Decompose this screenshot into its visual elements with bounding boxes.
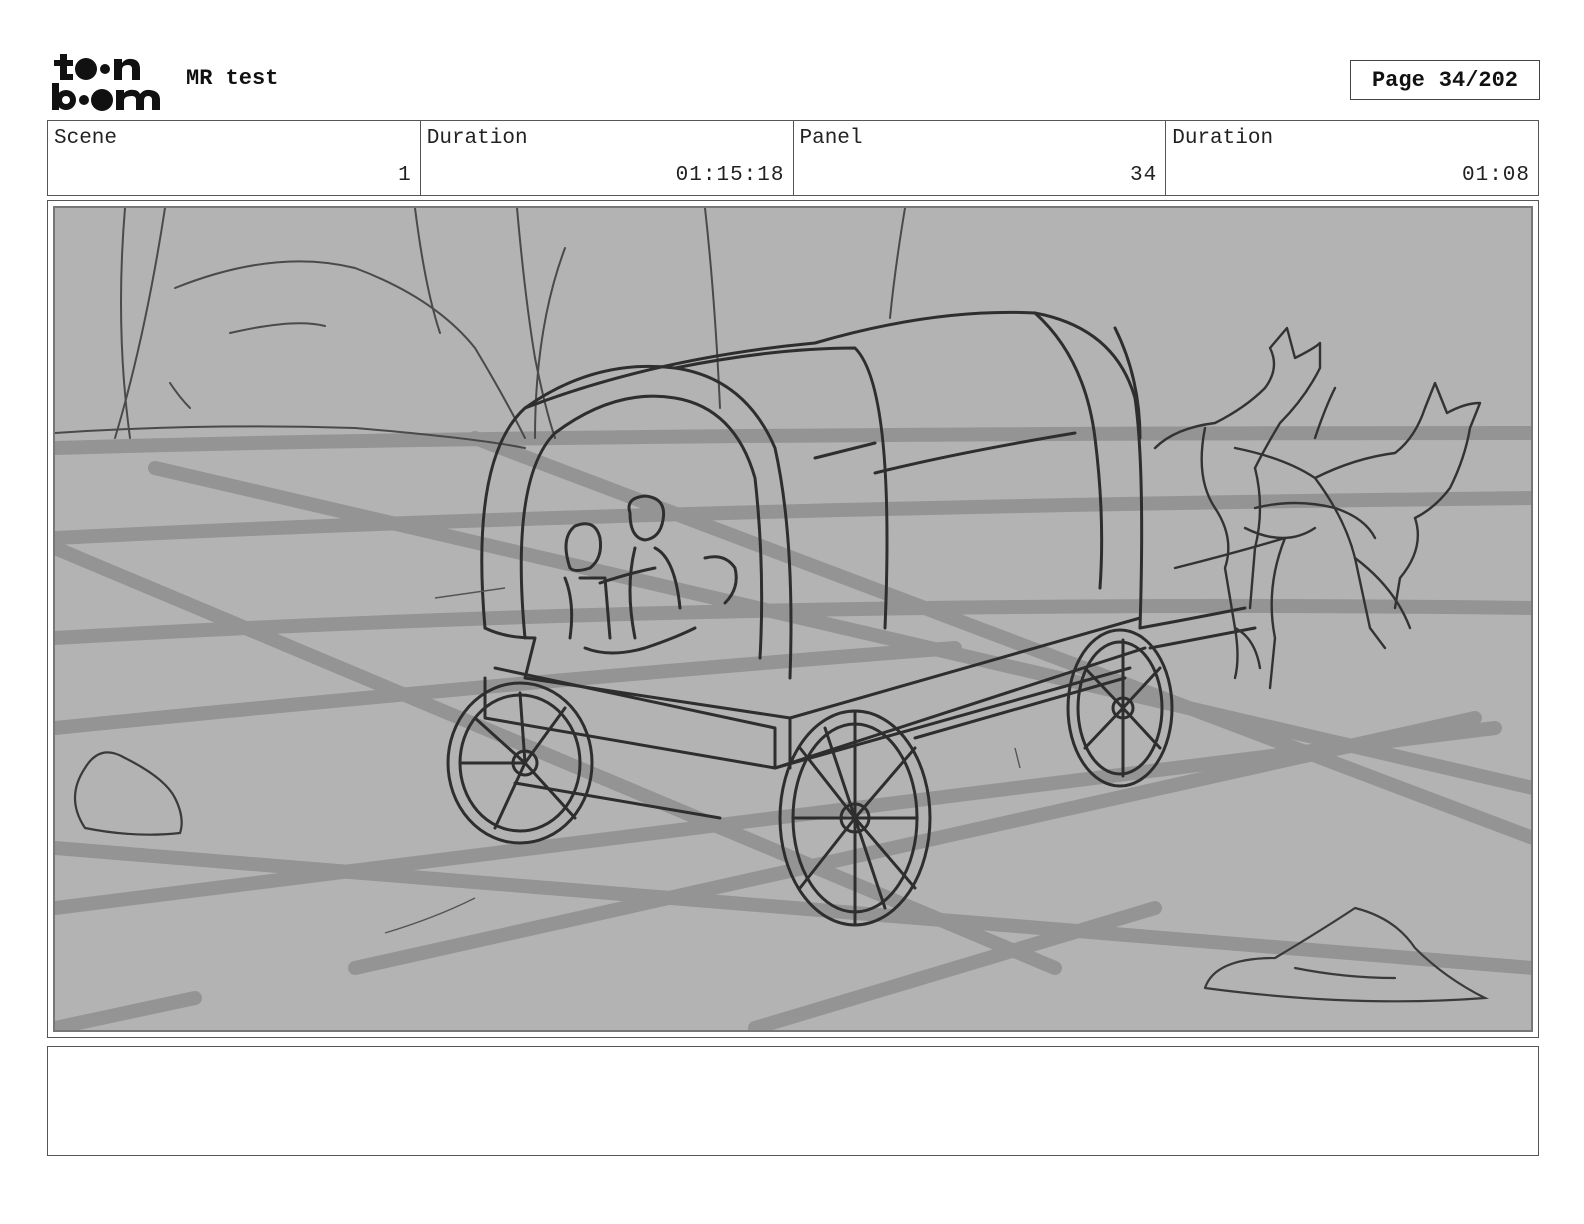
scene-duration-label: Duration [426, 127, 528, 150]
panel-duration-value: 01:08 [1461, 164, 1530, 187]
scene-cell: Scene 1 [48, 121, 421, 195]
panel-cell: Panel 34 [794, 121, 1167, 195]
panel-duration-label: Duration [1172, 127, 1274, 150]
panel-label: Panel [799, 127, 863, 150]
panel-value: 34 [1130, 164, 1158, 187]
scene-duration-cell: Duration 01:15:18 [421, 121, 794, 195]
panel-notes-box [47, 1046, 1539, 1156]
panel-info-row: Scene 1 Duration 01:15:18 Panel 34 Durat… [47, 120, 1539, 196]
storyboard-panel-frame [47, 200, 1539, 1038]
scene-duration-value: 01:15:18 [675, 164, 785, 187]
scene-label: Scene [54, 127, 118, 150]
storyboard-panel-image [53, 206, 1533, 1032]
page-value: 34/202 [1438, 67, 1519, 93]
page-indicator: Page 34/202 [1350, 60, 1540, 100]
document-title: MR test [186, 66, 279, 91]
panel-duration-cell: Duration 01:08 [1166, 121, 1538, 195]
scene-value: 1 [398, 164, 412, 187]
toon-boom-logo: toon boom [50, 50, 166, 112]
wagon-sketch-drawing [55, 208, 1531, 1030]
page-label: Page [1371, 67, 1425, 93]
